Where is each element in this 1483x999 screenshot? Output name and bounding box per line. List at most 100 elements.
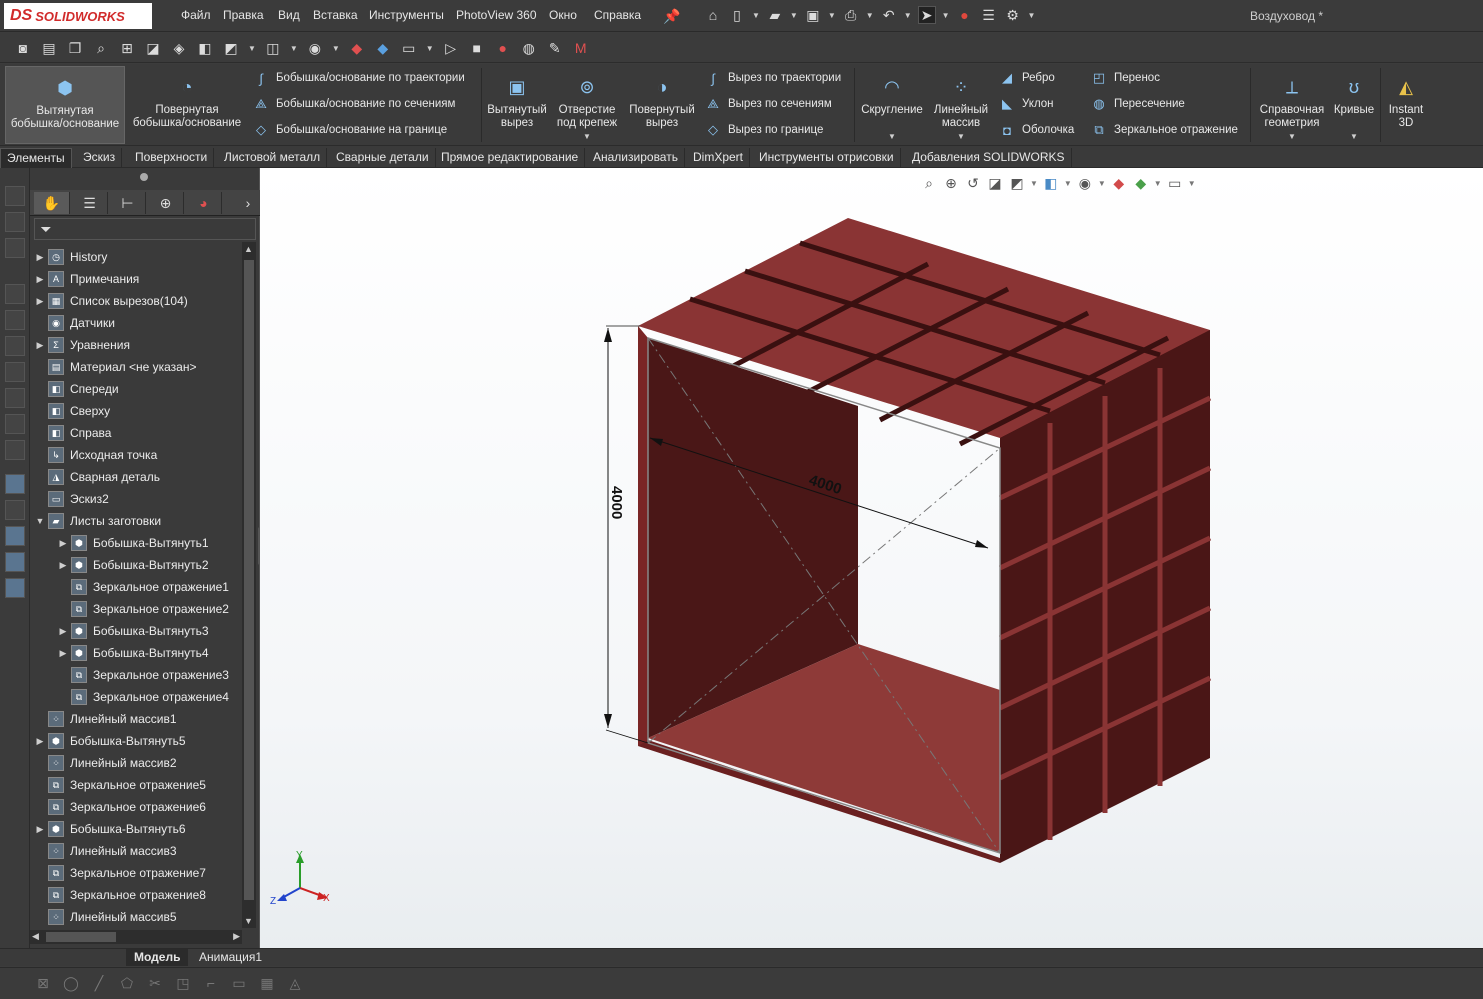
filter-icon[interactable]: ⏷ — [37, 220, 55, 238]
expand-toggle-icon[interactable]: ▶ — [34, 340, 46, 351]
chevron-down-icon[interactable]: ▼ — [583, 130, 591, 143]
tree-item[interactable]: ◮ Сварная деталь — [34, 466, 160, 488]
tool-icon[interactable] — [5, 578, 25, 598]
file-properties-icon[interactable]: ☰ — [980, 6, 998, 24]
menu-window[interactable]: Окно — [549, 8, 577, 22]
loft-cut-button[interactable]: ⟁ Вырез по сечениям — [704, 94, 832, 114]
rib-button[interactable]: ◢ Ребро — [998, 68, 1055, 88]
play-icon[interactable]: ▷ — [442, 39, 460, 57]
tree-item[interactable]: ▶ ▦ Список вырезов(104) — [34, 290, 188, 312]
chevron-down-icon[interactable]: ▼ — [828, 11, 836, 20]
sketch-tool-icon[interactable]: ⊠ — [34, 974, 52, 992]
tree-item[interactable]: ◧ Спереди — [34, 378, 119, 400]
tool-icon[interactable] — [5, 336, 25, 356]
draft-button[interactable]: ◣ Уклон — [998, 94, 1054, 114]
tool-icon[interactable] — [5, 414, 25, 434]
tree-item[interactable]: ⧉ Зеркальное отражение3 — [57, 664, 229, 686]
tool-icon[interactable] — [5, 474, 25, 494]
scroll-right-icon[interactable]: ▶ — [233, 931, 240, 942]
tool-icon[interactable] — [5, 212, 25, 232]
tree-item[interactable]: ⧉ Зеркальное отражение2 — [57, 598, 229, 620]
copy-icon[interactable]: ❐ — [66, 39, 84, 57]
rebuild-traffic-light-icon[interactable]: ● — [956, 6, 974, 24]
tool-icon[interactable] — [5, 552, 25, 572]
expand-toggle-icon[interactable]: ▶ — [34, 296, 46, 307]
record-icon[interactable]: ● — [494, 39, 512, 57]
dimension-icon[interactable]: ◬ — [286, 974, 304, 992]
boundary-boss-button[interactable]: ◇ Бобышка/основание на границе — [252, 120, 447, 140]
model-view[interactable]: 4000 4000 Y X Z — [260, 168, 1483, 948]
chevron-down-icon[interactable]: ▼ — [1350, 130, 1358, 143]
polygon-icon[interactable]: ⬠ — [118, 974, 136, 992]
expand-toggle-icon[interactable]: ▶ — [57, 560, 69, 571]
tree-item[interactable]: ▶ ⬢ Бобышка-Вытянуть2 — [57, 554, 209, 576]
tree-item[interactable]: ▶ ◷ History — [34, 246, 107, 268]
scene-icon[interactable]: ◆ — [374, 39, 392, 57]
menu-photoview[interactable]: PhotoView 360 — [456, 8, 537, 22]
line-icon[interactable]: ╱ — [90, 974, 108, 992]
tree-item[interactable]: ⧉ Зеркальное отражение5 — [34, 774, 206, 796]
tree-item[interactable]: ⁘ Линейный массив3 — [34, 840, 177, 862]
expand-toggle-icon[interactable]: ▶ — [34, 252, 46, 263]
expand-toggle-icon[interactable]: ▶ — [34, 274, 46, 285]
new-document-icon[interactable]: ▯ — [728, 6, 746, 24]
tree-item[interactable]: ⁘ Линейный массив1 — [34, 708, 177, 730]
tree-filter[interactable]: ⏷ — [34, 218, 256, 240]
configuration-manager-tab-icon[interactable]: ⊢ — [110, 192, 146, 214]
tree-item[interactable]: ◧ Сверху — [34, 400, 110, 422]
tree-item[interactable]: ▶ ⬢ Бобышка-Вытянуть4 — [57, 642, 209, 664]
feature-manager-tab-icon[interactable]: ✋ — [34, 192, 70, 214]
tree-item[interactable]: ⧉ Зеркальное отражение7 — [34, 862, 206, 884]
expand-toggle-icon[interactable]: ▶ — [34, 736, 46, 747]
chevron-down-icon[interactable]: ▼ — [942, 11, 950, 20]
chevron-down-icon[interactable]: ▼ — [1288, 130, 1296, 143]
tab-surfaces[interactable]: Поверхности — [129, 148, 215, 168]
tab-solidworks-addins[interactable]: Добавления SOLIDWORKS — [906, 148, 1072, 168]
chevron-down-icon[interactable]: ▼ — [426, 44, 434, 53]
boundary-cut-button[interactable]: ◇ Вырез по границе — [704, 120, 823, 140]
curves-button[interactable]: ʊ Кривые ▼ — [1332, 66, 1376, 144]
revolve-boss-button[interactable]: ◔ Повернутая бобышка/основание — [128, 66, 246, 144]
chevron-down-icon[interactable]: ▼ — [888, 130, 896, 143]
measure-icon[interactable]: M — [572, 39, 590, 57]
graphics-area[interactable]: ⌕ ⊕ ↺ ◪ ◩ ▼ ◧ ▼ ◉ ▼ ◆ ◆ ▼ ▭ ▼ 4000 4000 … — [260, 168, 1483, 948]
circle-icon[interactable]: ◯ — [62, 974, 80, 992]
tree-item[interactable]: ▤ Материал <не указан> — [34, 356, 196, 378]
tree-item[interactable]: ▼ ▰ Листы заготовки — [34, 510, 161, 532]
tree-item[interactable]: ▶ ⬢ Бобышка-Вытянуть1 — [57, 532, 209, 554]
options-gear-icon[interactable]: ⚙ — [1004, 6, 1022, 24]
menu-help[interactable]: Справка — [594, 8, 641, 22]
pin-icon[interactable]: 📌 — [663, 7, 681, 25]
property-manager-tab-icon[interactable]: ☰ — [72, 192, 108, 214]
expand-toggle-icon[interactable]: ▼ — [34, 516, 46, 526]
hole-wizard-button[interactable]: ⊚ Отверстие под крепеж ▼ — [550, 66, 624, 144]
tab-features[interactable]: Элементы — [0, 148, 72, 168]
chevron-down-icon[interactable]: ▼ — [1028, 11, 1036, 20]
select-pointer-icon[interactable]: ➤ — [917, 6, 936, 24]
tree-item[interactable]: ▭ Эскиз2 — [34, 488, 109, 510]
camera-icon[interactable]: ◙ — [14, 39, 32, 57]
tree-item[interactable]: ▶ ⬢ Бобышка-Вытянуть6 — [34, 818, 186, 840]
tree-item[interactable]: ▶ ⬢ Бобышка-Вытянуть3 — [57, 620, 209, 642]
tree-item[interactable]: ▶ Σ Уравнения — [34, 334, 130, 356]
zoom-to-fit-icon[interactable]: ⌕ — [92, 39, 110, 57]
tree-item[interactable]: ⁘ Линейный массив2 — [34, 752, 177, 774]
print-icon[interactable]: ⎙ — [842, 6, 860, 24]
menu-insert[interactable]: Вставка — [313, 8, 358, 22]
tab-sheet-metal[interactable]: Листовой металл — [218, 148, 328, 168]
linear-pattern-button[interactable]: ⁘ Линейный массив ▼ — [928, 66, 994, 144]
menu-view[interactable]: Вид — [278, 8, 300, 22]
fillet-button[interactable]: ◠ Скругление ▼ — [858, 66, 926, 144]
offset-icon[interactable]: ◳ — [174, 974, 192, 992]
grid-icon[interactable]: ▦ — [258, 974, 276, 992]
sweep-boss-button[interactable]: ∫ Бобышка/основание по траектории — [252, 68, 465, 88]
loft-boss-button[interactable]: ⟁ Бобышка/основание по сечениям — [252, 94, 455, 114]
chevron-down-icon[interactable]: ▼ — [752, 11, 760, 20]
hide-show-icon[interactable]: ◉ — [306, 39, 324, 57]
chevron-down-icon[interactable]: ▼ — [904, 11, 912, 20]
chevron-down-icon[interactable]: ▼ — [290, 44, 298, 53]
tab-evaluate[interactable]: Анализировать — [587, 148, 685, 168]
dimxpert-manager-tab-icon[interactable]: ⊕ — [148, 192, 184, 214]
tree-item[interactable]: ↳ Исходная точка — [34, 444, 157, 466]
tab-model[interactable]: Модель — [126, 949, 189, 966]
